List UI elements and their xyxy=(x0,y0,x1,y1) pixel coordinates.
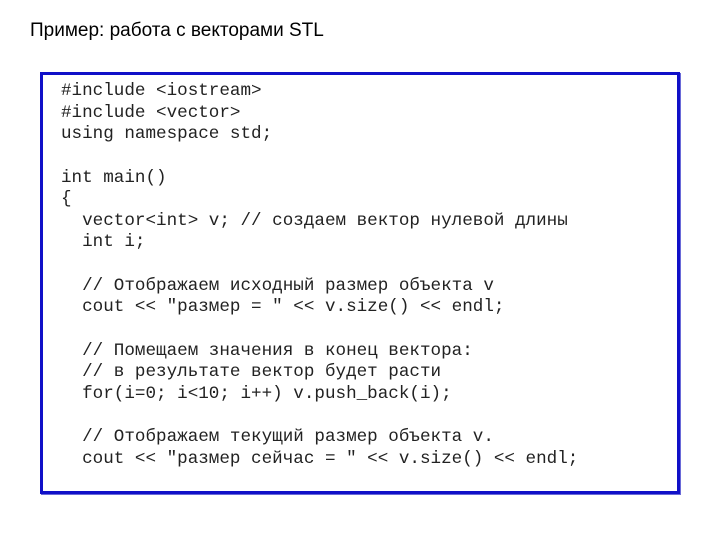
code-line: // Отображаем текущий размер объекта v. xyxy=(61,427,494,448)
code-line: using namespace std; xyxy=(61,124,273,145)
code-line: #include <vector> xyxy=(61,102,241,123)
code-line: vector<int> v; // создаем вектор нулевой… xyxy=(61,210,568,231)
code-line: { xyxy=(61,189,72,210)
code-line: // Отображаем исходный размер объекта v xyxy=(61,275,494,296)
code-line: // в результате вектор будет расти xyxy=(61,362,442,383)
code-line: int main() xyxy=(61,167,167,188)
code-box: #include <iostream> #include <vector> usin… xyxy=(40,72,680,494)
code-line: // Помещаем значения в конец вектора: xyxy=(61,340,473,361)
code-line: #include <iostream> xyxy=(61,81,262,101)
code-line: int i; xyxy=(61,232,146,253)
slide-title: Пример: работа с векторами STL xyxy=(30,20,324,41)
code-line: cout << "размер = " << v.size() << endl; xyxy=(61,297,505,318)
code-line: for(i=0; i<10; i++) v.push_back(i); xyxy=(61,383,452,404)
code-block: #include <iostream> #include <vector> usin… xyxy=(61,81,578,471)
code-line: cout << "размер сейчас = " << v.size() <… xyxy=(61,448,579,469)
